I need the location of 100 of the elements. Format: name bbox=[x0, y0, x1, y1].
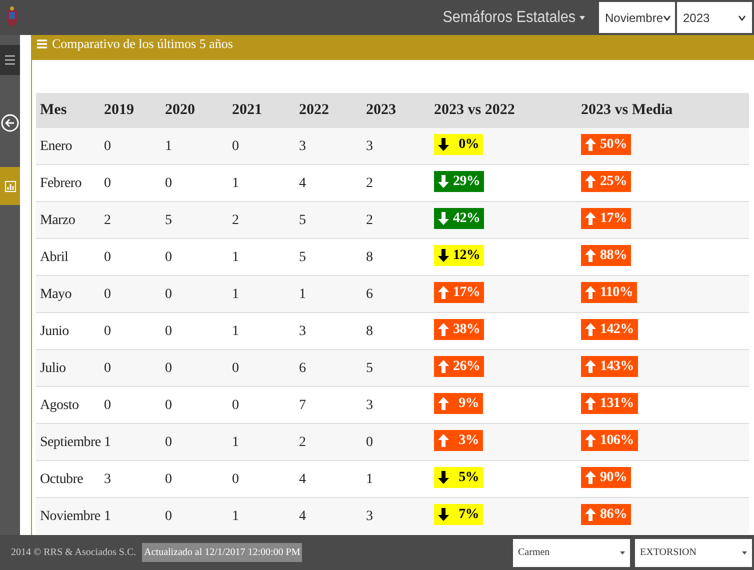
table-cell: 2 bbox=[366, 212, 373, 228]
table-cell: 4 bbox=[299, 508, 306, 524]
table-cell: 1 bbox=[299, 286, 306, 302]
arrow-up-icon bbox=[585, 138, 596, 151]
table-cell: 8 bbox=[366, 250, 373, 264]
table-cell: 8 bbox=[366, 324, 373, 338]
table-cell: 5 bbox=[299, 250, 306, 264]
table-cell: Junio bbox=[40, 324, 69, 338]
trend-badge: 131% bbox=[581, 393, 638, 414]
filter-select[interactable]: Carmen bbox=[513, 538, 630, 566]
trend-badge: 90% bbox=[581, 467, 632, 488]
column-header: 2022 bbox=[299, 102, 329, 118]
table-cell: 0 bbox=[165, 360, 172, 376]
table-cell: 3 bbox=[104, 472, 111, 486]
table-cell: 0 bbox=[232, 360, 239, 376]
caret-icon bbox=[742, 550, 747, 554]
table-cell: Marzo bbox=[40, 212, 76, 228]
menu-dropdown[interactable]: Semáforos Estatales bbox=[443, 6, 585, 30]
trend-badge: 26% bbox=[434, 356, 484, 377]
table-cell: 0 bbox=[104, 286, 111, 302]
arrow-down-icon bbox=[438, 138, 449, 151]
table-cell: 1 bbox=[232, 176, 239, 190]
table-cell: 6 bbox=[366, 286, 373, 302]
table-cell: 1 bbox=[104, 434, 111, 450]
table-cell: Octubre bbox=[40, 472, 83, 486]
arrow-up-icon bbox=[585, 397, 596, 410]
arrow-up-icon bbox=[585, 323, 596, 336]
sidebar-item[interactable] bbox=[0, 45, 20, 75]
column-header: 2023 vs 2022 bbox=[434, 102, 515, 118]
table-cell: 2 bbox=[104, 212, 111, 228]
caret-icon bbox=[620, 550, 625, 554]
trend-badge: 12% bbox=[434, 245, 484, 266]
table-cell: 0 bbox=[165, 508, 172, 524]
trend-badge: 110% bbox=[581, 282, 638, 303]
table-cell: 5 bbox=[299, 212, 306, 228]
month-select[interactable]: Noviembre bbox=[599, 2, 675, 33]
caret-icon bbox=[580, 16, 585, 20]
table-cell: 3 bbox=[299, 138, 306, 154]
table-cell: 6 bbox=[299, 360, 306, 376]
table-cell: 5 bbox=[165, 212, 172, 228]
table-cell: 1 bbox=[232, 250, 239, 264]
copyright-text: 2014 © RRS & Asociados S.C. bbox=[11, 546, 136, 560]
panel-title: Comparativo de los últimos 5 años bbox=[52, 36, 233, 51]
table-cell: 0 bbox=[232, 138, 239, 154]
table-cell: 2 bbox=[232, 212, 239, 228]
table-cell: 1 bbox=[232, 324, 239, 338]
column-header: Mes bbox=[40, 102, 67, 118]
trend-badge: 88% bbox=[581, 245, 632, 266]
table-cell: 1 bbox=[366, 472, 373, 486]
arrow-down-icon bbox=[438, 212, 449, 225]
menu-icon bbox=[5, 54, 15, 66]
filter-select[interactable]: EXTORSION bbox=[635, 538, 752, 566]
arrow-up-icon bbox=[585, 508, 596, 521]
table-cell: 0 bbox=[165, 434, 172, 450]
table-cell: Noviembre bbox=[40, 508, 100, 524]
trend-badge: 106% bbox=[581, 430, 638, 451]
table-cell: 1 bbox=[232, 286, 239, 302]
table-cell: 3 bbox=[366, 398, 373, 412]
column-header: 2023 vs Media bbox=[581, 102, 673, 118]
table-cell: 0 bbox=[165, 324, 172, 338]
table-cell: 0 bbox=[165, 398, 172, 412]
table-cell: Septiembre bbox=[40, 434, 101, 450]
crest-logo bbox=[5, 6, 19, 30]
table-cell: 0 bbox=[165, 286, 172, 302]
menu-icon bbox=[37, 39, 47, 49]
table-cell: 0 bbox=[232, 398, 239, 412]
table-cell: Julio bbox=[40, 360, 66, 376]
trend-badge: 42% bbox=[434, 208, 484, 229]
table-cell: 0 bbox=[366, 434, 373, 450]
table-cell: 0 bbox=[165, 472, 172, 486]
arrow-up-icon bbox=[585, 249, 596, 262]
arrow-down-icon bbox=[438, 508, 449, 521]
column-header: 2019 bbox=[104, 102, 134, 118]
table-cell: 2 bbox=[366, 176, 373, 190]
table-cell: 0 bbox=[165, 250, 172, 264]
trend-badge: 25% bbox=[581, 171, 632, 192]
table-cell: 1 bbox=[232, 508, 239, 524]
arrow-down-icon bbox=[438, 175, 449, 188]
caret-icon bbox=[663, 14, 672, 20]
table-cell: Agosto bbox=[40, 398, 79, 412]
arrow-up-icon bbox=[585, 434, 596, 447]
trend-badge: 50% bbox=[581, 134, 632, 155]
trend-badge: 38% bbox=[434, 319, 484, 340]
table-cell: 0 bbox=[104, 360, 111, 376]
table-cell: 1 bbox=[104, 508, 111, 524]
table-cell: 1 bbox=[232, 434, 239, 450]
arrow-up-icon bbox=[585, 471, 596, 484]
table-cell: 3 bbox=[366, 508, 373, 524]
table-cell: 2 bbox=[299, 434, 306, 450]
table-cell: 4 bbox=[299, 176, 306, 190]
arrow-down-icon bbox=[438, 249, 449, 262]
trend-badge: 9% bbox=[434, 393, 483, 414]
trend-badge: 17% bbox=[581, 208, 632, 229]
year-select[interactable]: 2023 bbox=[677, 2, 752, 33]
table-cell: 0 bbox=[165, 176, 172, 190]
arrow-up-icon bbox=[438, 434, 449, 447]
table-cell: 3 bbox=[366, 138, 373, 154]
table-cell: 1 bbox=[165, 138, 172, 154]
chart-icon bbox=[4, 180, 16, 192]
table-cell: Enero bbox=[40, 138, 72, 154]
